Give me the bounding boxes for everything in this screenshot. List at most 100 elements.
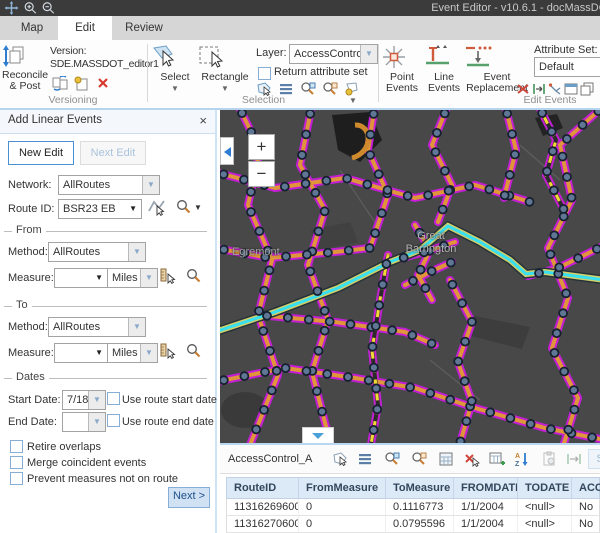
from-unit-dropdown[interactable]: Miles ▼ xyxy=(107,268,158,288)
map-zoom-out-button[interactable]: − xyxy=(248,161,275,187)
col-frommeasure[interactable]: FromMeasure xyxy=(299,478,386,498)
panel-close-icon[interactable]: × xyxy=(199,113,207,128)
title-bar: Event Editor - v10.6.1 - docMassDOT xyxy=(0,0,600,16)
start-date-caret-icon[interactable]: ▼ xyxy=(88,391,105,409)
from-unit-value: Miles xyxy=(112,272,138,284)
from-legend: From xyxy=(12,224,46,236)
to-unit-dropdown[interactable]: Miles ▼ xyxy=(107,343,158,363)
table-row[interactable]: 11316269600 0 0.1116773 1/1/2004 <null> … xyxy=(226,499,600,516)
use-route-start-date-checkbox[interactable] xyxy=(107,392,120,405)
to-pick-measure-icon[interactable] xyxy=(160,342,177,359)
layer-caret-icon[interactable]: ▼ xyxy=(360,45,377,63)
change-version-icon[interactable] xyxy=(52,76,68,91)
from-method-label: Method: xyxy=(8,246,48,258)
panel-title: Add Linear Events xyxy=(8,114,102,126)
rectangle-button[interactable]: Rectangle▼ xyxy=(198,44,252,94)
network-caret-icon[interactable]: ▼ xyxy=(142,176,159,194)
col-todate[interactable]: TODATE xyxy=(518,478,572,498)
from-method-caret-icon[interactable]: ▼ xyxy=(128,243,145,261)
selection-group-label: Selection xyxy=(150,94,377,106)
route-id-caret-icon[interactable]: ▼ xyxy=(129,200,137,218)
group-divider xyxy=(147,44,148,102)
to-unit-value: Miles xyxy=(112,347,138,359)
select-route-on-map-icon[interactable] xyxy=(148,198,166,216)
zoom-in-icon[interactable] xyxy=(23,1,38,15)
table-calculate-icon[interactable] xyxy=(438,451,454,467)
line-events-button[interactable]: Line Events xyxy=(424,44,464,94)
map-zoom-in-button[interactable]: + xyxy=(248,134,275,160)
delete-version-icon[interactable] xyxy=(96,76,110,90)
use-route-end-date-checkbox[interactable] xyxy=(107,414,120,427)
cell: 0.0795596 xyxy=(386,516,454,532)
table-zoom-selected-icon[interactable] xyxy=(384,451,400,467)
new-edit-button[interactable]: New Edit xyxy=(8,141,74,165)
to-unit-caret-icon[interactable]: ▼ xyxy=(140,344,157,362)
table-select-attributes-icon[interactable] xyxy=(357,451,373,467)
zoom-out-icon[interactable] xyxy=(41,1,56,15)
to-measure-caret-icon[interactable]: ▼ xyxy=(95,344,103,362)
attribute-set-label: Attribute Set: xyxy=(534,44,598,56)
edit-events-group-label: Edit Events xyxy=(500,94,600,106)
table-add-record-icon[interactable] xyxy=(489,451,505,467)
layer-dropdown[interactable]: AccessControl_A ▼ xyxy=(289,44,378,64)
table-pan-selected-icon[interactable] xyxy=(411,451,427,467)
table-paste-icon[interactable] xyxy=(541,451,557,467)
collapse-table-button[interactable] xyxy=(302,427,334,443)
rectangle-caret-icon: ▼ xyxy=(221,84,229,93)
from-pick-measure-icon[interactable] xyxy=(160,267,177,284)
next-edit-button[interactable]: Next Edit xyxy=(80,141,146,165)
table-select-shape-icon[interactable] xyxy=(332,451,348,467)
retire-overlaps-checkbox[interactable] xyxy=(10,440,23,453)
table-layer-name: AccessControl_A xyxy=(228,453,312,465)
table-row[interactable]: 11316270600 0 0.0795596 1/1/2004 <null> … xyxy=(226,516,600,533)
to-method-dropdown[interactable]: AllRoutes ▼ xyxy=(48,317,146,337)
cell: 1/1/2004 xyxy=(454,499,518,515)
col-access[interactable]: ACCESS xyxy=(572,478,600,498)
col-routeid[interactable]: RouteID xyxy=(227,478,299,498)
return-attribute-set-checkbox[interactable] xyxy=(258,67,271,80)
from-measure-caret-icon[interactable]: ▼ xyxy=(95,269,103,287)
end-date-caret-icon[interactable]: ▼ xyxy=(88,413,105,431)
from-method-dropdown[interactable]: AllRoutes ▼ xyxy=(48,242,146,262)
to-zoom-measure-icon[interactable] xyxy=(186,343,201,358)
select-icon xyxy=(152,44,176,70)
col-tomeasure[interactable]: ToMeasure xyxy=(386,478,454,498)
from-zoom-measure-icon[interactable] xyxy=(186,268,201,283)
prevent-measures-checkbox[interactable] xyxy=(10,472,23,485)
select-button[interactable]: Select▼ xyxy=(152,44,198,94)
tab-map[interactable]: Map xyxy=(6,16,58,40)
to-measure-label: Measure: xyxy=(8,347,54,359)
end-date-combo[interactable]: ▼ xyxy=(62,412,106,432)
from-unit-caret-icon[interactable]: ▼ xyxy=(140,269,157,287)
zoom-to-route-icon[interactable] xyxy=(176,199,191,214)
col-fromdate[interactable]: FROMDATE xyxy=(454,478,518,498)
cell: 0 xyxy=(299,516,386,532)
zoom-route-caret-icon[interactable]: ▼ xyxy=(194,203,202,212)
tab-review[interactable]: Review xyxy=(112,16,176,40)
dates-section-divider: Dates xyxy=(4,378,207,379)
reconcile-post-button[interactable]: Reconcile & Post xyxy=(2,44,48,92)
table-split-icon[interactable] xyxy=(566,451,582,467)
rectangle-label: Rectangle xyxy=(201,71,248,83)
to-method-caret-icon[interactable]: ▼ xyxy=(128,318,145,336)
start-date-combo[interactable]: 7/18/ ▼ xyxy=(62,390,106,410)
point-events-button[interactable]: Point Events xyxy=(381,44,423,94)
from-measure-combo[interactable]: ▼ xyxy=(54,268,108,288)
table-clear-selection-icon[interactable] xyxy=(464,451,480,467)
next-button[interactable]: Next > xyxy=(168,487,210,508)
merge-coincident-checkbox[interactable] xyxy=(10,456,23,469)
attribute-set-value: Default xyxy=(539,61,574,73)
line-events-label2: Events xyxy=(428,82,460,94)
tab-edit[interactable]: Edit xyxy=(58,16,112,40)
collapse-panel-button[interactable] xyxy=(220,137,234,165)
table-save-button[interactable]: Save xyxy=(588,449,600,469)
new-version-icon[interactable] xyxy=(74,76,90,91)
map-view[interactable]: Egremont Great Barrington + − xyxy=(220,110,600,443)
network-dropdown[interactable]: AllRoutes ▼ xyxy=(58,175,160,195)
to-measure-combo[interactable]: ▼ xyxy=(54,343,108,363)
pan-icon[interactable] xyxy=(4,1,19,15)
attribute-set-dropdown[interactable]: Default xyxy=(534,57,600,77)
cell: No xyxy=(572,499,600,515)
table-sort-icon[interactable]: A Z xyxy=(514,451,530,467)
route-id-combo[interactable]: BSR23 EB ▼ xyxy=(58,199,142,219)
